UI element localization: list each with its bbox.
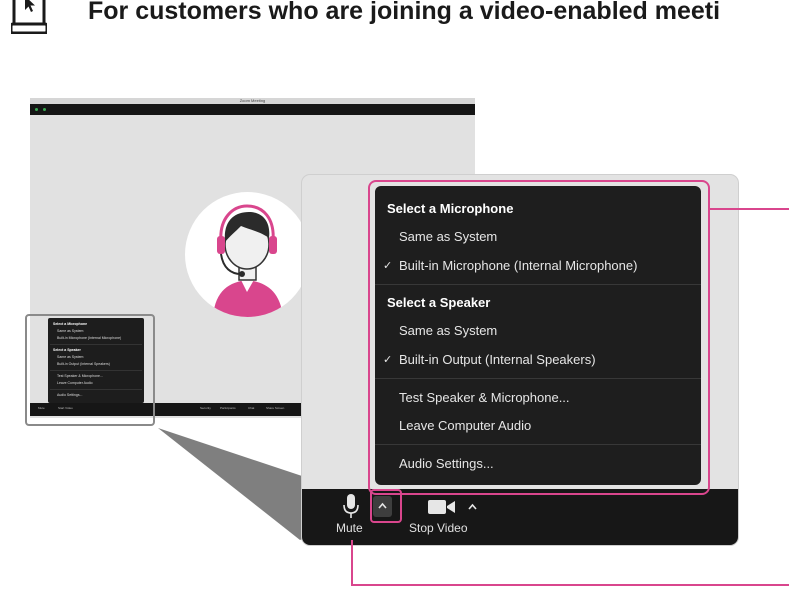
mute-button[interactable]: Mute [336, 521, 363, 535]
chevron-up-icon[interactable] [468, 503, 477, 510]
menu-highlight-outline [368, 180, 710, 495]
leader-line [351, 540, 353, 586]
leader-line [708, 208, 789, 210]
microphone-icon[interactable] [342, 494, 360, 520]
video-camera-icon[interactable] [428, 498, 456, 516]
meeting-toolbar [302, 489, 738, 545]
caret-highlight-outline [370, 489, 402, 523]
stop-video-button[interactable]: Stop Video [409, 521, 468, 535]
leader-line [351, 584, 789, 586]
